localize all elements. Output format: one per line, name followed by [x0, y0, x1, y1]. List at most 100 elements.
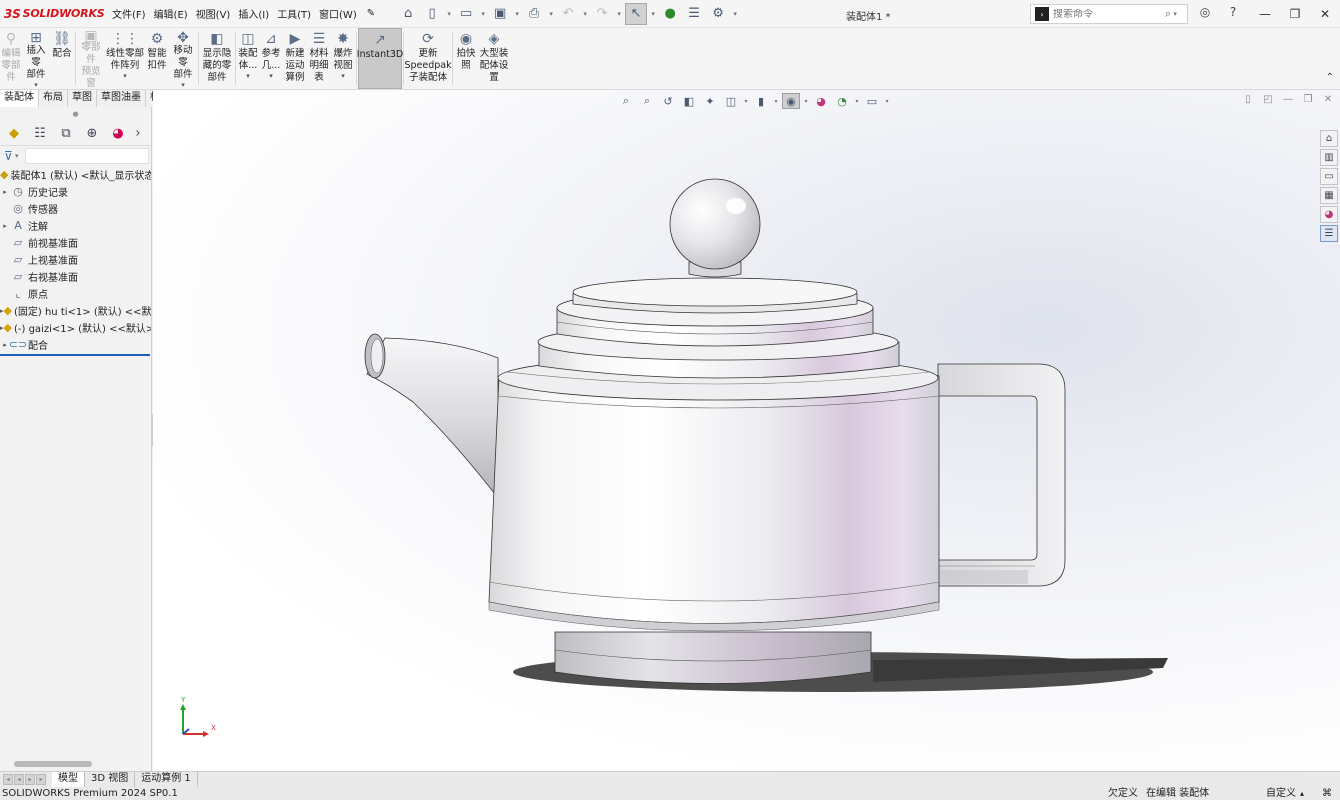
bill-of-materials-button[interactable]: ☰ 材料 明细表: [307, 28, 331, 89]
display-manager-tab-icon[interactable]: ◕: [108, 124, 128, 144]
user-account-icon[interactable]: ◎: [1196, 5, 1214, 19]
feature-manager-tab-icon[interactable]: ◆: [4, 124, 24, 144]
last-tab-arrow-icon[interactable]: ▸: [36, 774, 46, 785]
tab-motion-study-1[interactable]: 运动算例 1: [135, 772, 198, 787]
redo-icon[interactable]: ↷: [591, 3, 613, 25]
smart-fasteners-button[interactable]: ⚙ 智能 扣件: [145, 28, 169, 89]
save-dropdown-icon[interactable]: ▾: [513, 10, 521, 18]
exploded-view-button[interactable]: ✸ 爆炸 视图 ▾: [331, 28, 355, 89]
unit-system[interactable]: 自定义: [1266, 787, 1296, 800]
search-dropdown-icon[interactable]: ▾: [1171, 10, 1179, 18]
more-tabs-chevron-icon[interactable]: ›: [134, 124, 142, 144]
menu-edit[interactable]: 编辑(E): [150, 6, 192, 21]
teapot-3d-model[interactable]: [153, 90, 1340, 771]
next-tab-arrow-icon[interactable]: ▸: [25, 774, 35, 785]
dimxpert-manager-tab-icon[interactable]: ⊕: [82, 124, 102, 144]
large-assembly-settings-button[interactable]: ◈ 大型装 配体设置: [478, 28, 510, 89]
graphics-area[interactable]: ⌕ ⌕ ↺ ◧ ✦ ◫ ▾ ▮ ▾ ◉ ▾ ◕ ◔ ▾ ▭ ▾ ▯ ◰ — ❐ …: [153, 90, 1340, 771]
search-input[interactable]: [1053, 8, 1161, 20]
tree-item[interactable]: ◎ 传感器: [0, 200, 151, 217]
file-properties-icon[interactable]: ☰: [683, 3, 705, 25]
options-dropdown-icon[interactable]: ▾: [731, 10, 739, 18]
rollback-bar[interactable]: [0, 354, 150, 356]
tree-item[interactable]: ▸ A 注解: [0, 217, 151, 234]
menu-tools[interactable]: 工具(T): [273, 6, 315, 21]
tree-item[interactable]: ▱ 上视基准面: [0, 251, 151, 268]
linear-component-pattern-dropdown-icon[interactable]: ▾: [123, 72, 127, 80]
undo-icon[interactable]: ↶: [557, 3, 579, 25]
rebuild-traffic-light-icon[interactable]: ●: [659, 3, 681, 25]
new-dropdown-icon[interactable]: ▾: [445, 10, 453, 18]
pin-icon[interactable]: ✎: [363, 8, 379, 19]
tree-item[interactable]: ◆装配体1 (默认) <默认_显示状态-1>: [0, 166, 151, 183]
assembly-features-dropdown-icon[interactable]: ▾: [246, 72, 250, 80]
search-box[interactable]: › ⌕ ▾: [1030, 4, 1188, 24]
insert-components-dropdown-icon[interactable]: ▾: [34, 81, 38, 89]
reference-geometry-button[interactable]: ⊿ 参考 几... ▾: [259, 28, 283, 89]
tree-item[interactable]: ▱ 右视基准面: [0, 268, 151, 285]
update-speedpak-button[interactable]: ⟳ 更新 Speedpak 子装配体: [404, 28, 451, 89]
tree-item[interactable]: ⌞ 原点: [0, 285, 151, 302]
property-manager-tab-icon[interactable]: ☷: [30, 124, 50, 144]
options-gear-icon[interactable]: ⚙: [707, 3, 729, 25]
filter-dropdown-icon[interactable]: ▾: [13, 152, 21, 160]
mate-button[interactable]: ⛓ 配合: [50, 28, 74, 89]
tab-assembly[interactable]: 装配体: [0, 90, 39, 107]
tab-3d-views[interactable]: 3D 视图: [85, 772, 136, 787]
collapse-ribbon-icon[interactable]: ⌃: [1326, 72, 1334, 83]
open-folder-icon[interactable]: ▭: [455, 3, 477, 25]
show-hidden-components-button[interactable]: ◧ 显示隐 藏的零 部件: [200, 28, 234, 89]
filter-input[interactable]: [24, 148, 149, 164]
prev-tab-arrow-icon[interactable]: ◂: [14, 774, 24, 785]
move-component-button[interactable]: ✥ 移动零 部件 ▾: [169, 28, 197, 90]
filter-funnel-icon[interactable]: ⊽: [4, 149, 13, 163]
move-component-dropdown-icon[interactable]: ▾: [181, 81, 185, 89]
tab-sketch[interactable]: 草图: [68, 90, 97, 107]
assembly-features-button[interactable]: ◫ 装配 体... ▾: [237, 28, 259, 89]
select-dropdown-icon[interactable]: ▾: [649, 10, 657, 18]
tree-item[interactable]: ▸◆(-) gaizi<1> (默认) <<默认>_显: [0, 319, 151, 336]
tree-item[interactable]: ▸ ◷ 历史记录: [0, 183, 151, 200]
tree-item[interactable]: ▱ 前视基准面: [0, 234, 151, 251]
solidworks-logo[interactable]: 3S SOLIDWORKS: [0, 7, 108, 21]
tree-item[interactable]: ▸◆(固定) hu ti<1> (默认) <<默认>_显: [0, 302, 151, 319]
open-dropdown-icon[interactable]: ▾: [479, 10, 487, 18]
help-icon[interactable]: ?: [1224, 5, 1242, 19]
tab-sketch-ink[interactable]: 草图油墨: [97, 90, 146, 107]
close-icon[interactable]: ✕: [1310, 0, 1340, 28]
reference-geometry-dropdown-icon[interactable]: ▾: [269, 72, 273, 80]
menu-insert[interactable]: 插入(I): [234, 6, 273, 21]
new-document-icon[interactable]: ▯: [421, 3, 443, 25]
edit-component-button[interactable]: ⚲ 编辑 零部件: [0, 28, 22, 89]
redo-dropdown-icon[interactable]: ▾: [615, 10, 623, 18]
menu-view[interactable]: 视图(V): [192, 6, 235, 21]
linear-component-pattern-button[interactable]: ⋮⋮ 线性零部 件阵列 ▾: [105, 28, 145, 89]
panel-grip[interactable]: ●: [0, 107, 151, 122]
expand-arrow-icon[interactable]: ▸: [0, 188, 10, 196]
first-tab-arrow-icon[interactable]: ◂: [3, 774, 13, 785]
menu-window[interactable]: 窗口(W): [315, 6, 361, 21]
print-dropdown-icon[interactable]: ▾: [547, 10, 555, 18]
unit-dropdown-icon[interactable]: ▴: [1300, 787, 1304, 800]
home-icon[interactable]: ⌂: [397, 3, 419, 25]
undo-dropdown-icon[interactable]: ▾: [581, 10, 589, 18]
restore-icon[interactable]: ❐: [1280, 0, 1310, 28]
take-snapshot-button[interactable]: ◉ 拍快照: [454, 28, 478, 89]
tab-model[interactable]: 模型: [52, 772, 85, 787]
tab-layout[interactable]: 布局: [39, 90, 68, 107]
instant3d-button[interactable]: ↗ Instant3D: [357, 28, 403, 89]
save-icon[interactable]: ▣: [489, 3, 511, 25]
minimize-icon[interactable]: —: [1250, 0, 1280, 28]
new-motion-study-button[interactable]: ▶ 新建 运动 算例: [283, 28, 307, 89]
exploded-view-dropdown-icon[interactable]: ▾: [341, 72, 345, 80]
component-preview-window-button[interactable]: ▣零部件预览窗口: [77, 28, 105, 101]
print-icon[interactable]: ⎙: [523, 3, 545, 25]
status-tag-icon[interactable]: ⌘: [1322, 787, 1332, 800]
expand-arrow-icon[interactable]: ▸: [0, 222, 10, 230]
tree-item[interactable]: ▸ ⊂⊃ 配合: [0, 336, 151, 353]
menu-file[interactable]: 文件(F): [108, 6, 150, 21]
insert-components-button[interactable]: ⊞ 插入零 部件 ▾: [22, 28, 50, 90]
configuration-manager-tab-icon[interactable]: ⧉: [56, 124, 76, 144]
horizontal-scrollbar[interactable]: [14, 761, 92, 767]
select-arrow-icon[interactable]: ↖: [625, 2, 648, 25]
